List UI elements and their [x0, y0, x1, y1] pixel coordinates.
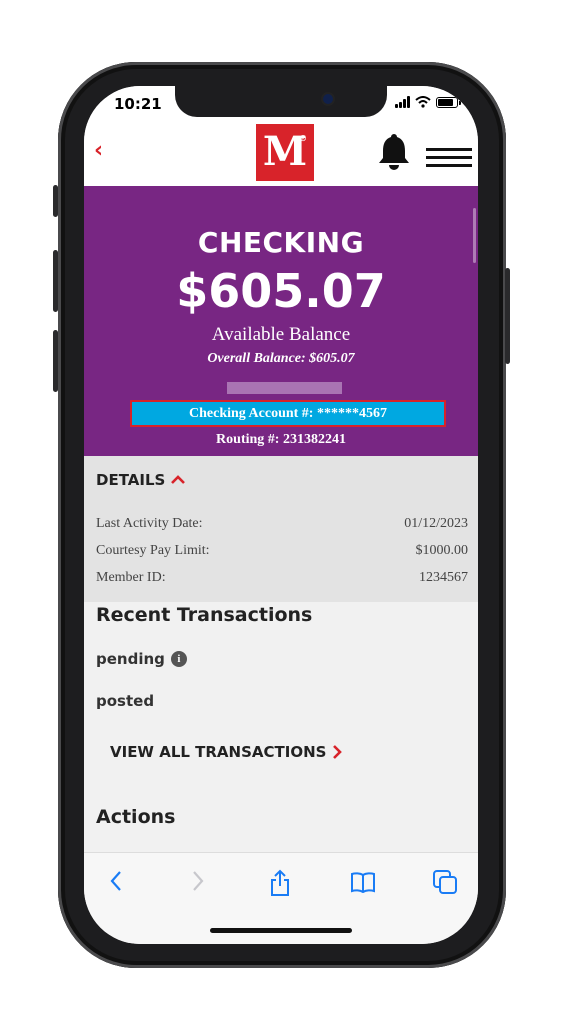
battery-icon	[436, 96, 461, 108]
posted-label: posted	[96, 692, 155, 710]
phone-screen: 10:21 ‹ M ® CHECKING $605.07 Available Ba…	[84, 86, 478, 944]
masked-field-bar	[227, 382, 342, 394]
available-balance-amount: $605.07	[176, 264, 386, 318]
safari-back-icon[interactable]	[108, 869, 124, 893]
available-balance-label: Available Balance	[211, 324, 351, 345]
info-icon[interactable]: i	[170, 651, 187, 667]
tabs-icon[interactable]	[432, 869, 458, 895]
details-heading: DETAILS	[96, 471, 166, 489]
view-all-transactions-link[interactable]: VIEW ALL TRANSACTIONS	[110, 743, 343, 761]
details-section: DETAILS Last Activity Date: 01/12/2023 C…	[84, 456, 478, 602]
side-button-power	[505, 268, 510, 364]
pending-label: pending	[96, 650, 165, 668]
account-balance-panel: CHECKING $605.07 Available Balance Overa…	[84, 186, 478, 456]
bell-icon[interactable]	[376, 132, 412, 170]
side-button-volume-down	[53, 330, 58, 392]
details-toggle[interactable]: DETAILS	[96, 471, 186, 489]
side-button-volume-up	[53, 250, 58, 312]
actions-heading: Actions	[96, 806, 176, 828]
status-icons	[395, 96, 461, 108]
recent-transactions-heading: Recent Transactions	[96, 604, 313, 626]
chevron-right-icon	[333, 745, 343, 759]
account-type-title: CHECKING	[197, 226, 365, 259]
chevron-up-icon	[171, 475, 186, 484]
detail-row-member-id: Member ID: 1234567	[96, 570, 468, 586]
detail-value: $1000.00	[415, 543, 469, 558]
wifi-icon	[415, 96, 431, 108]
back-chevron-icon[interactable]: ‹	[94, 138, 103, 163]
safari-forward-icon[interactable]	[190, 869, 206, 893]
app-header: ‹ M ®	[84, 120, 478, 186]
status-time: 10:21	[114, 95, 162, 113]
front-camera	[323, 94, 333, 104]
side-button-mute	[53, 185, 58, 217]
notch	[175, 86, 387, 117]
brand-logo[interactable]: M ®	[256, 124, 314, 181]
detail-row-courtesy-pay: Courtesy Pay Limit: $1000.00	[96, 543, 468, 559]
overall-balance: Overall Balance: $605.07	[207, 351, 355, 366]
bookmarks-icon[interactable]	[350, 871, 376, 893]
logo-registered-mark: ®	[299, 133, 307, 143]
account-number: Checking Account #: ******4567	[130, 400, 446, 427]
pending-transactions: pending i	[96, 650, 187, 668]
hamburger-menu-icon[interactable]	[426, 148, 472, 172]
cellular-signal-icon	[395, 96, 410, 108]
detail-value: 01/12/2023	[404, 516, 468, 531]
detail-label: Courtesy Pay Limit:	[96, 543, 210, 558]
detail-label: Last Activity Date:	[96, 516, 203, 531]
home-indicator[interactable]	[210, 928, 352, 933]
share-icon[interactable]	[268, 869, 292, 897]
view-all-label: VIEW ALL TRANSACTIONS	[110, 743, 327, 761]
routing-number: Routing #: 231382241	[216, 432, 346, 447]
detail-value: 1234567	[419, 570, 468, 585]
posted-transactions: posted	[96, 692, 154, 710]
detail-row-last-activity: Last Activity Date: 01/12/2023	[96, 516, 468, 532]
detail-label: Member ID:	[96, 570, 166, 585]
